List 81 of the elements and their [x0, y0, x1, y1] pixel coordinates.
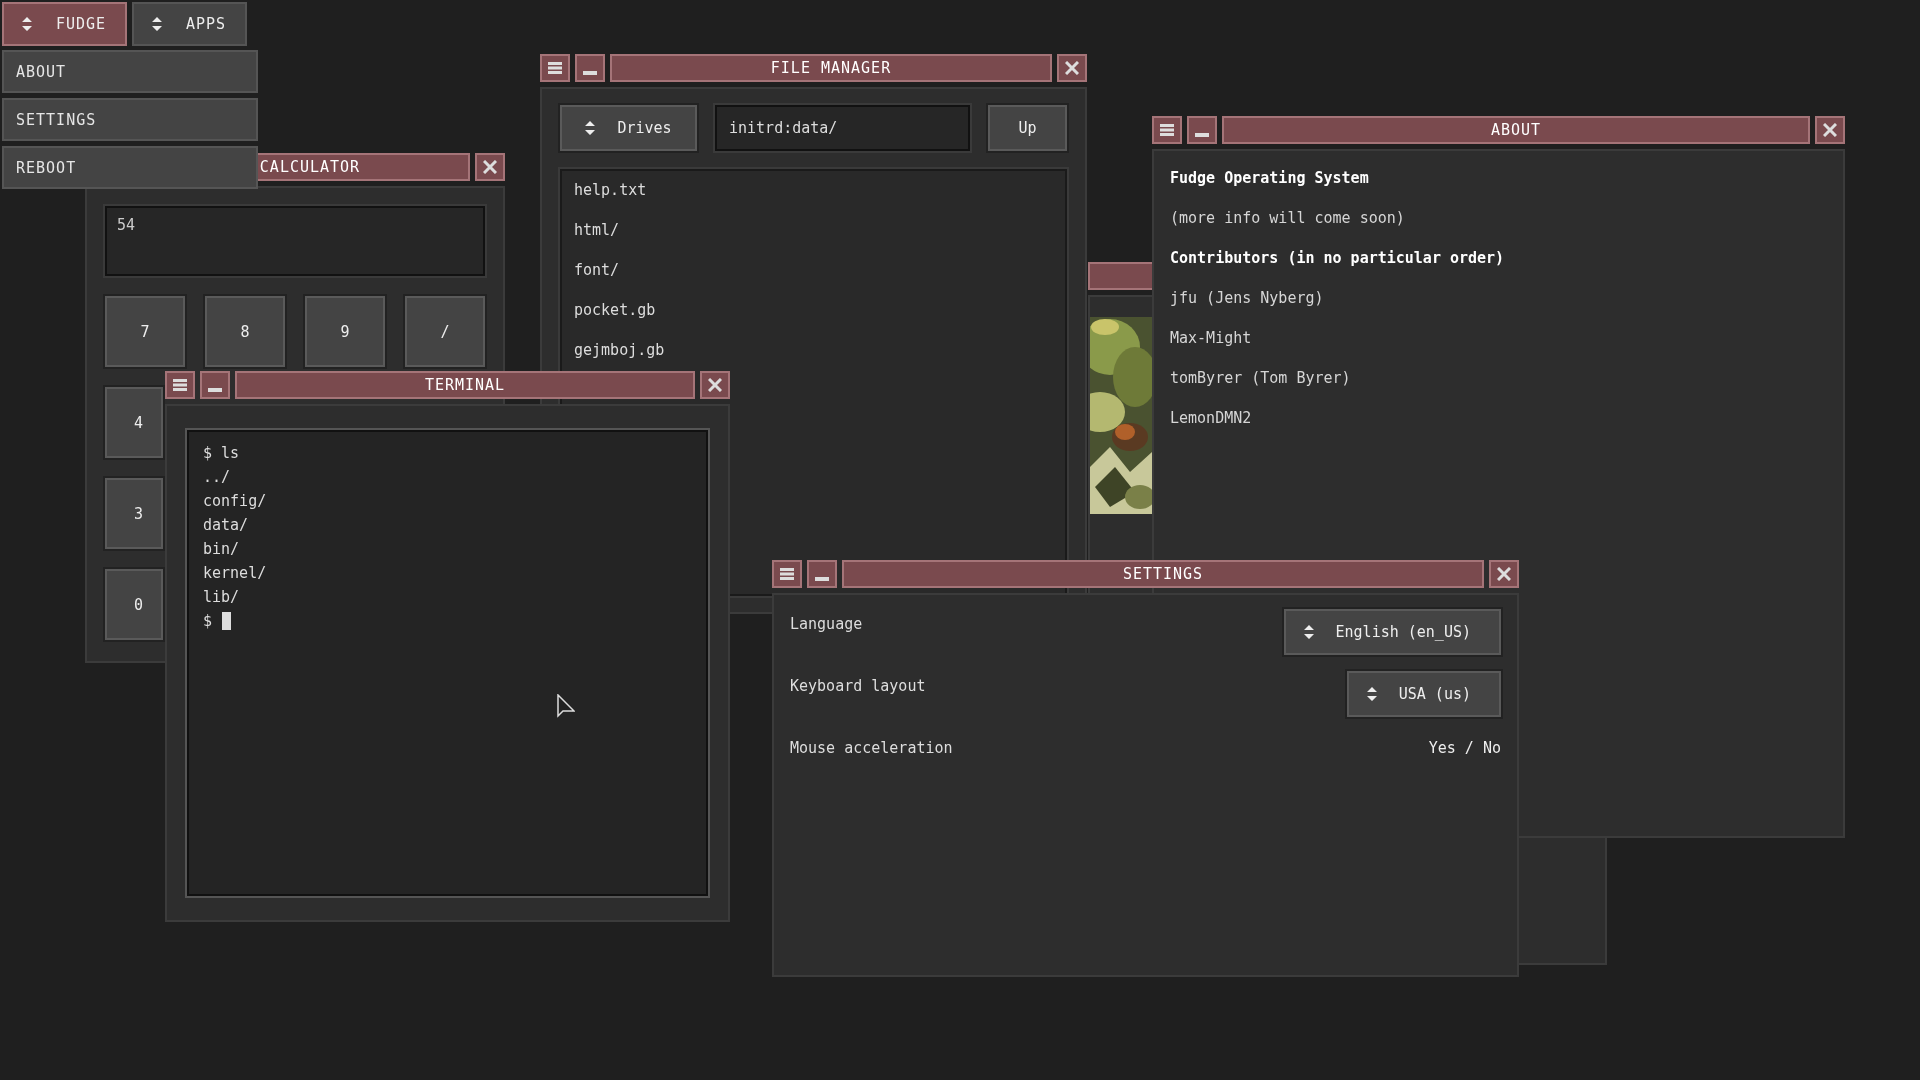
- up-button[interactable]: Up: [988, 105, 1067, 151]
- close-button[interactable]: [475, 153, 505, 181]
- menu-icon: [1160, 124, 1174, 136]
- file-item[interactable]: html/: [574, 221, 620, 239]
- info-text: LemonDMN2: [1170, 409, 1252, 427]
- info-text: (more info will come soon): [1170, 209, 1405, 227]
- close-button[interactable]: [1815, 116, 1845, 144]
- close-button[interactable]: [1489, 560, 1519, 588]
- minimize-icon: [208, 388, 222, 392]
- window-menu-button[interactable]: [165, 371, 195, 399]
- window-title: CALCULATOR: [259, 158, 361, 176]
- select-dropdown[interactable]: English (en_US): [1283, 609, 1501, 655]
- window-menu-button[interactable]: [1152, 116, 1182, 144]
- close-icon: [1823, 123, 1837, 137]
- minimize-icon: [1195, 133, 1209, 137]
- top-menu-button[interactable]: APPS: [132, 2, 247, 46]
- menu-item[interactable]: SETTINGS: [2, 98, 258, 141]
- window-menu-button[interactable]: [772, 560, 802, 588]
- file-item[interactable]: help.txt: [574, 181, 647, 199]
- select-dropdown[interactable]: USA (us): [1346, 671, 1501, 717]
- info-text: Max-Might: [1170, 329, 1252, 347]
- up-down-icon: [22, 17, 32, 31]
- menu-icon: [548, 62, 562, 74]
- calculator-display: 54: [105, 206, 485, 276]
- setting-label: Language: [790, 614, 863, 633]
- up-down-icon: [585, 121, 596, 135]
- calculator-key[interactable]: 9: [305, 296, 385, 367]
- terminal-line: bin/: [203, 540, 240, 558]
- setting-label: Mouse acceleration: [790, 738, 953, 757]
- toggle-options[interactable]: Yes / No: [1428, 733, 1501, 757]
- top-menu-button[interactable]: FUDGE: [2, 2, 127, 46]
- terminal-line: $ ls: [203, 444, 240, 462]
- heading-text: Fudge Operating System: [1170, 169, 1369, 187]
- drives-button[interactable]: Drives: [560, 105, 697, 151]
- close-icon: [1065, 61, 1079, 75]
- calculator-key[interactable]: 0: [105, 569, 163, 640]
- file-item[interactable]: font/: [574, 261, 620, 279]
- info-text: tomByrer (Tom Byrer): [1170, 369, 1351, 387]
- terminal-output[interactable]: $ ls ../ config/ data/ bin/ kernel/ lib/ $: [187, 430, 708, 896]
- terminal-line: data/: [203, 516, 249, 534]
- info-text: jfu (Jens Nyberg): [1170, 289, 1324, 307]
- terminal-line: ../: [203, 468, 231, 486]
- minimize-button[interactable]: [1187, 116, 1217, 144]
- close-icon: [483, 160, 497, 174]
- close-icon: [1497, 567, 1511, 581]
- close-icon: [708, 378, 722, 392]
- calculator-key[interactable]: 3: [105, 478, 163, 549]
- text-cursor: [222, 612, 232, 630]
- calculator-key[interactable]: 7: [105, 296, 185, 367]
- window-menu-button[interactable]: [540, 54, 570, 82]
- menu-icon: [780, 568, 794, 580]
- terminal-prompt: $: [203, 612, 213, 630]
- window-title: SETTINGS: [1122, 565, 1204, 583]
- terminal-line: lib/: [203, 588, 240, 606]
- window-title: TERMINAL: [424, 376, 506, 394]
- terminal-line: config/: [203, 492, 267, 510]
- minimize-icon: [583, 71, 597, 75]
- minimize-button[interactable]: [575, 54, 605, 82]
- heading-text: Contributors (in no particular order): [1170, 249, 1505, 267]
- window-title: FILE MANAGER: [770, 59, 892, 77]
- menu-item[interactable]: REBOOT: [2, 146, 258, 189]
- setting-label: Keyboard layout: [790, 676, 926, 695]
- file-item[interactable]: pocket.gb: [574, 301, 656, 319]
- up-down-icon: [1303, 625, 1314, 639]
- terminal-line: kernel/: [203, 564, 267, 582]
- cursor-icon: [557, 694, 575, 718]
- path-field[interactable]: initrd:data/: [715, 105, 970, 151]
- minimize-icon: [815, 577, 829, 581]
- close-button[interactable]: [1057, 54, 1087, 82]
- calculator-key[interactable]: /: [405, 296, 485, 367]
- minimize-button[interactable]: [200, 371, 230, 399]
- minimize-button[interactable]: [807, 560, 837, 588]
- menu-item[interactable]: ABOUT: [2, 50, 258, 93]
- calculator-key[interactable]: 8: [205, 296, 285, 367]
- window-title: ABOUT: [1490, 121, 1542, 139]
- up-down-icon: [1366, 687, 1377, 701]
- calculator-key[interactable]: 4: [105, 387, 163, 458]
- menu-icon: [173, 379, 187, 391]
- up-down-icon: [152, 17, 162, 31]
- close-button[interactable]: [700, 371, 730, 399]
- file-item[interactable]: gejmboj.gb: [574, 341, 665, 359]
